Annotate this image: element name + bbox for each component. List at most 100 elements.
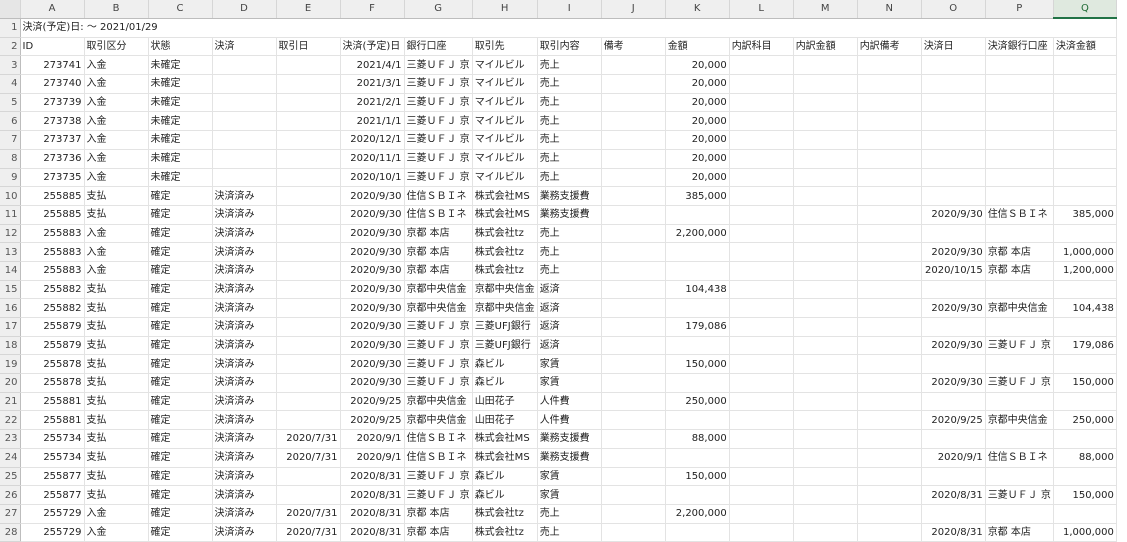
- select-all-corner[interactable]: [0, 0, 21, 19]
- cell-d6[interactable]: [212, 111, 277, 132]
- cell-l14[interactable]: [729, 261, 794, 281]
- cell-f26[interactable]: 2020/8/31: [340, 485, 405, 505]
- cell-e9[interactable]: [276, 168, 341, 188]
- cell-q13[interactable]: 1,000,000: [1053, 242, 1117, 262]
- cell-g25[interactable]: 三菱ＵＦＪ 京: [404, 467, 473, 487]
- cell-m10[interactable]: [793, 186, 858, 206]
- cell-l20[interactable]: [729, 373, 794, 393]
- cell-m16[interactable]: [793, 298, 858, 318]
- cell-j22[interactable]: [601, 410, 666, 431]
- cell-d5[interactable]: [212, 93, 277, 113]
- cell-c20[interactable]: 確定: [148, 373, 213, 393]
- cell-i5[interactable]: 売上: [537, 93, 602, 113]
- cell-b9[interactable]: 入金: [84, 168, 149, 188]
- cell-e7[interactable]: [276, 130, 341, 150]
- cell-o24[interactable]: 2020/9/1: [921, 448, 986, 468]
- cell-e24[interactable]: 2020/7/31: [276, 448, 341, 468]
- cell-n26[interactable]: [857, 485, 922, 505]
- cell-p20[interactable]: 三菱ＵＦＪ 京: [985, 373, 1054, 393]
- cell-a27[interactable]: 255729: [20, 504, 85, 524]
- cell-e3[interactable]: [276, 55, 341, 76]
- cell-n3[interactable]: [857, 55, 922, 76]
- cell-q6[interactable]: [1053, 111, 1117, 132]
- cell-o28[interactable]: 2020/8/31: [921, 523, 986, 542]
- header-cell-b[interactable]: 取引区分: [84, 37, 149, 57]
- cell-f4[interactable]: 2021/3/1: [340, 74, 405, 94]
- column-header-c[interactable]: C: [148, 0, 213, 19]
- cell-l21[interactable]: [729, 392, 794, 412]
- cell-d28[interactable]: 決済済み: [212, 523, 277, 542]
- cell-f25[interactable]: 2020/8/31: [340, 467, 405, 487]
- cell-p8[interactable]: [985, 149, 1054, 169]
- row-header-10[interactable]: 10: [0, 186, 21, 206]
- cell-d7[interactable]: [212, 130, 277, 150]
- cell-f3[interactable]: 2021/4/1: [340, 55, 405, 76]
- cell-k25[interactable]: 150,000: [665, 467, 730, 487]
- cell-i12[interactable]: 売上: [537, 224, 602, 244]
- cell-j6[interactable]: [601, 111, 666, 132]
- cell-h28[interactable]: 株式会社tz: [472, 523, 538, 542]
- cell-p11[interactable]: 住信ＳＢＩネ: [985, 205, 1054, 225]
- cell-o18[interactable]: 2020/9/30: [921, 336, 986, 356]
- cell-f12[interactable]: 2020/9/30: [340, 224, 405, 244]
- cell-g15[interactable]: 京都中央信金: [404, 280, 473, 300]
- cell-q27[interactable]: [1053, 504, 1117, 524]
- cell-c18[interactable]: 確定: [148, 336, 213, 356]
- cell-i6[interactable]: 売上: [537, 111, 602, 132]
- cell-p12[interactable]: [985, 224, 1054, 244]
- cell-e17[interactable]: [276, 317, 341, 337]
- cell-f8[interactable]: 2020/11/1: [340, 149, 405, 169]
- cell-m8[interactable]: [793, 149, 858, 169]
- cell-e27[interactable]: 2020/7/31: [276, 504, 341, 524]
- cell-n24[interactable]: [857, 448, 922, 468]
- report-filter-title[interactable]: 決済(予定)日: ～ 2021/01/29: [20, 18, 1117, 38]
- cell-e5[interactable]: [276, 93, 341, 113]
- cell-d14[interactable]: 決済済み: [212, 261, 277, 281]
- cell-n14[interactable]: [857, 261, 922, 281]
- cell-i28[interactable]: 売上: [537, 523, 602, 542]
- cell-l23[interactable]: [729, 429, 794, 449]
- cell-f20[interactable]: 2020/9/30: [340, 373, 405, 393]
- cell-i15[interactable]: 返済: [537, 280, 602, 300]
- cell-k10[interactable]: 385,000: [665, 186, 730, 206]
- cell-l12[interactable]: [729, 224, 794, 244]
- row-header-1[interactable]: 1: [0, 18, 21, 38]
- cell-a19[interactable]: 255878: [20, 354, 85, 375]
- cell-b21[interactable]: 支払: [84, 392, 149, 412]
- cell-g19[interactable]: 三菱ＵＦＪ 京: [404, 354, 473, 375]
- cell-o15[interactable]: [921, 280, 986, 300]
- cell-k9[interactable]: 20,000: [665, 168, 730, 188]
- cell-c15[interactable]: 確定: [148, 280, 213, 300]
- cell-g23[interactable]: 住信ＳＢＩネ: [404, 429, 473, 449]
- cell-d9[interactable]: [212, 168, 277, 188]
- cell-i22[interactable]: 人件費: [537, 410, 602, 431]
- cell-f19[interactable]: 2020/9/30: [340, 354, 405, 375]
- cell-l17[interactable]: [729, 317, 794, 337]
- cell-i14[interactable]: 売上: [537, 261, 602, 281]
- header-cell-a[interactable]: ID: [20, 37, 85, 57]
- cell-j9[interactable]: [601, 168, 666, 188]
- cell-p28[interactable]: 京都 本店: [985, 523, 1054, 542]
- cell-e8[interactable]: [276, 149, 341, 169]
- row-header-2[interactable]: 2: [0, 37, 21, 57]
- header-cell-h[interactable]: 取引先: [472, 37, 538, 57]
- cell-o27[interactable]: [921, 504, 986, 524]
- cell-p13[interactable]: 京都 本店: [985, 242, 1054, 262]
- cell-b23[interactable]: 支払: [84, 429, 149, 449]
- cell-h3[interactable]: マイルビル: [472, 55, 538, 76]
- column-header-f[interactable]: F: [340, 0, 405, 19]
- row-header-6[interactable]: 6: [0, 111, 21, 132]
- cell-q9[interactable]: [1053, 168, 1117, 188]
- cell-k11[interactable]: [665, 205, 730, 225]
- cell-b4[interactable]: 入金: [84, 74, 149, 94]
- cell-l27[interactable]: [729, 504, 794, 524]
- cell-o5[interactable]: [921, 93, 986, 113]
- cell-o16[interactable]: 2020/9/30: [921, 298, 986, 318]
- row-header-12[interactable]: 12: [0, 224, 21, 244]
- cell-p26[interactable]: 三菱ＵＦＪ 京: [985, 485, 1054, 505]
- row-header-26[interactable]: 26: [0, 485, 21, 505]
- cell-a24[interactable]: 255734: [20, 448, 85, 468]
- row-header-8[interactable]: 8: [0, 149, 21, 169]
- cell-q26[interactable]: 150,000: [1053, 485, 1117, 505]
- cell-e14[interactable]: [276, 261, 341, 281]
